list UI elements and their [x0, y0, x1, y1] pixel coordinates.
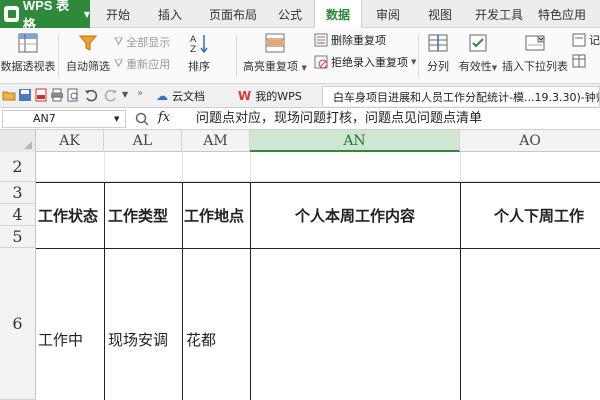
pdf-export-icon[interactable]: [34, 88, 48, 102]
ribbon-overflow[interactable]: [572, 54, 586, 68]
row-header-6[interactable]: 6: [0, 248, 36, 400]
doc-tab-active[interactable]: 白车身项目进展和人员工作分配统计-模...19.3.30)-钟帅.x: [322, 86, 600, 106]
split-column-icon: [428, 34, 448, 52]
tab-home[interactable]: 开始: [96, 0, 140, 28]
validity-icon: [469, 34, 487, 52]
redo-icon[interactable]: [104, 88, 118, 102]
zoom-icon[interactable]: [134, 111, 150, 127]
formula-bar: AN7 ▼ fx 问题点对应，现场问题打核，问题点见问题点清单: [0, 108, 600, 130]
chevron-down-icon[interactable]: ▼: [114, 115, 119, 123]
column-header-al[interactable]: AL: [104, 130, 182, 152]
header-cell-work-type[interactable]: 工作类型: [108, 205, 182, 226]
highlight-duplicates-button[interactable]: 高亮重复项 ▼: [240, 28, 310, 74]
record-button[interactable]: 记: [572, 32, 600, 48]
header-cell-this-week[interactable]: 个人本周工作内容: [250, 205, 460, 226]
autofilter-button[interactable]: 自动筛选: [64, 28, 112, 74]
table-border: [104, 182, 105, 400]
funnel-clear-icon: ⛛: [114, 35, 124, 48]
highlight-duplicates-icon: [265, 33, 285, 53]
tab-insert[interactable]: 插入: [148, 0, 192, 28]
cell-ao6[interactable]: [461, 249, 600, 400]
wps-w-icon: W: [238, 89, 252, 103]
tab-page-layout[interactable]: 页面布局: [198, 0, 268, 28]
chevron-down-icon[interactable]: ▼: [122, 90, 128, 99]
tab-features[interactable]: 特色应用: [532, 0, 592, 28]
pivot-table-icon: [18, 33, 38, 53]
validity-button[interactable]: 有效性▼: [456, 28, 500, 74]
chevron-down-icon: ▼: [411, 58, 417, 66]
dropdown-list-icon: [525, 35, 545, 51]
undo-icon[interactable]: [84, 88, 98, 102]
menu-bar: WPS 表格 ▼ 开始 插入 页面布局 公式 数据 审阅 视图 开发工具 特色应…: [0, 0, 600, 32]
column-header-row: AK AL AM AN AO: [0, 130, 600, 152]
formula-input[interactable]: 问题点对应，现场问题打核，问题点见问题点清单: [196, 110, 596, 128]
row-header-5[interactable]: 5: [0, 226, 36, 248]
quick-access-bar: ▼ » ☁ 云文档 W 我的WPS 白车身项目进展和人员工作分配统计-模...1…: [0, 84, 600, 108]
reject-duplicates-button[interactable]: 拒绝录入重复项 ▼: [314, 54, 416, 70]
tab-review[interactable]: 审阅: [366, 0, 410, 28]
column-header-ak[interactable]: AK: [36, 130, 104, 152]
cloud-icon: ☁: [156, 89, 168, 103]
save-icon[interactable]: [18, 88, 32, 102]
folder-open-icon[interactable]: [2, 88, 16, 102]
tab-data[interactable]: 数据: [314, 0, 362, 29]
cell-al6[interactable]: 现场安调: [108, 329, 182, 350]
header-cell-next-week[interactable]: 个人下周工作: [494, 205, 600, 226]
row-header-2[interactable]: 2: [0, 152, 36, 182]
table-border: [182, 182, 183, 400]
cell-an6[interactable]: [251, 249, 460, 400]
sort-az-icon: A Z: [190, 35, 208, 54]
column-header-am[interactable]: AM: [182, 130, 250, 152]
remove-duplicates-button[interactable]: 删除重复项: [314, 32, 386, 48]
svg-text:A: A: [190, 35, 197, 45]
table-border: [36, 182, 600, 183]
pivot-table-button[interactable]: 数据透视表: [1, 28, 56, 74]
cell-ak6[interactable]: 工作中: [38, 329, 104, 350]
table-icon: [572, 54, 586, 68]
column-header-an[interactable]: AN: [250, 130, 460, 152]
row-header-3[interactable]: 3: [0, 182, 36, 204]
remove-duplicates-icon: [314, 33, 328, 47]
app-menu-button[interactable]: WPS 表格 ▼: [0, 0, 90, 32]
select-all-corner[interactable]: [0, 130, 36, 152]
insert-dropdown-button[interactable]: 插入下拉列表: [502, 28, 568, 74]
doc-tab-mywps[interactable]: W 我的WPS: [232, 86, 308, 106]
header-cell-work-location[interactable]: 工作地点: [184, 205, 250, 226]
print-icon[interactable]: [50, 88, 64, 102]
record-icon: [572, 33, 586, 47]
reapply-button[interactable]: ⛛ 重新应用: [114, 56, 170, 72]
cell-name-box[interactable]: AN7: [2, 110, 126, 128]
fx-icon[interactable]: fx: [158, 110, 170, 125]
tab-view[interactable]: 视图: [418, 0, 462, 28]
cell-am6[interactable]: 花都: [186, 329, 250, 350]
reject-duplicates-icon: [314, 55, 328, 69]
show-all-button[interactable]: ⛛ 全部显示: [114, 34, 170, 50]
chevron-down-icon: ▼: [83, 9, 90, 19]
gridline: [250, 152, 251, 182]
doc-tab-cloud[interactable]: ☁ 云文档: [150, 86, 211, 106]
wps-logo-icon: [4, 6, 19, 22]
svg-text:Z: Z: [190, 45, 196, 54]
ribbon-toolbar: 数据透视表 自动筛选 ⛛ 全部显示 ⛛ 重新应用 A Z 排序 高亮重复项 ▼: [0, 28, 600, 84]
header-cell-work-status[interactable]: 工作状态: [38, 205, 104, 226]
row-header-4[interactable]: 4: [0, 204, 36, 226]
funnel-icon: [78, 35, 98, 51]
split-column-button[interactable]: 分列: [422, 28, 454, 74]
tab-developer[interactable]: 开发工具: [470, 0, 528, 28]
gridline: [460, 152, 461, 182]
gridline: [104, 152, 105, 182]
sort-button[interactable]: A Z 排序: [176, 28, 222, 74]
tab-formulas[interactable]: 公式: [268, 0, 312, 28]
more-icon[interactable]: »: [137, 88, 143, 99]
gridline: [182, 152, 183, 182]
print-preview-icon[interactable]: [66, 88, 80, 102]
column-header-ao[interactable]: AO: [460, 130, 600, 152]
funnel-refresh-icon: ⛛: [114, 57, 124, 70]
